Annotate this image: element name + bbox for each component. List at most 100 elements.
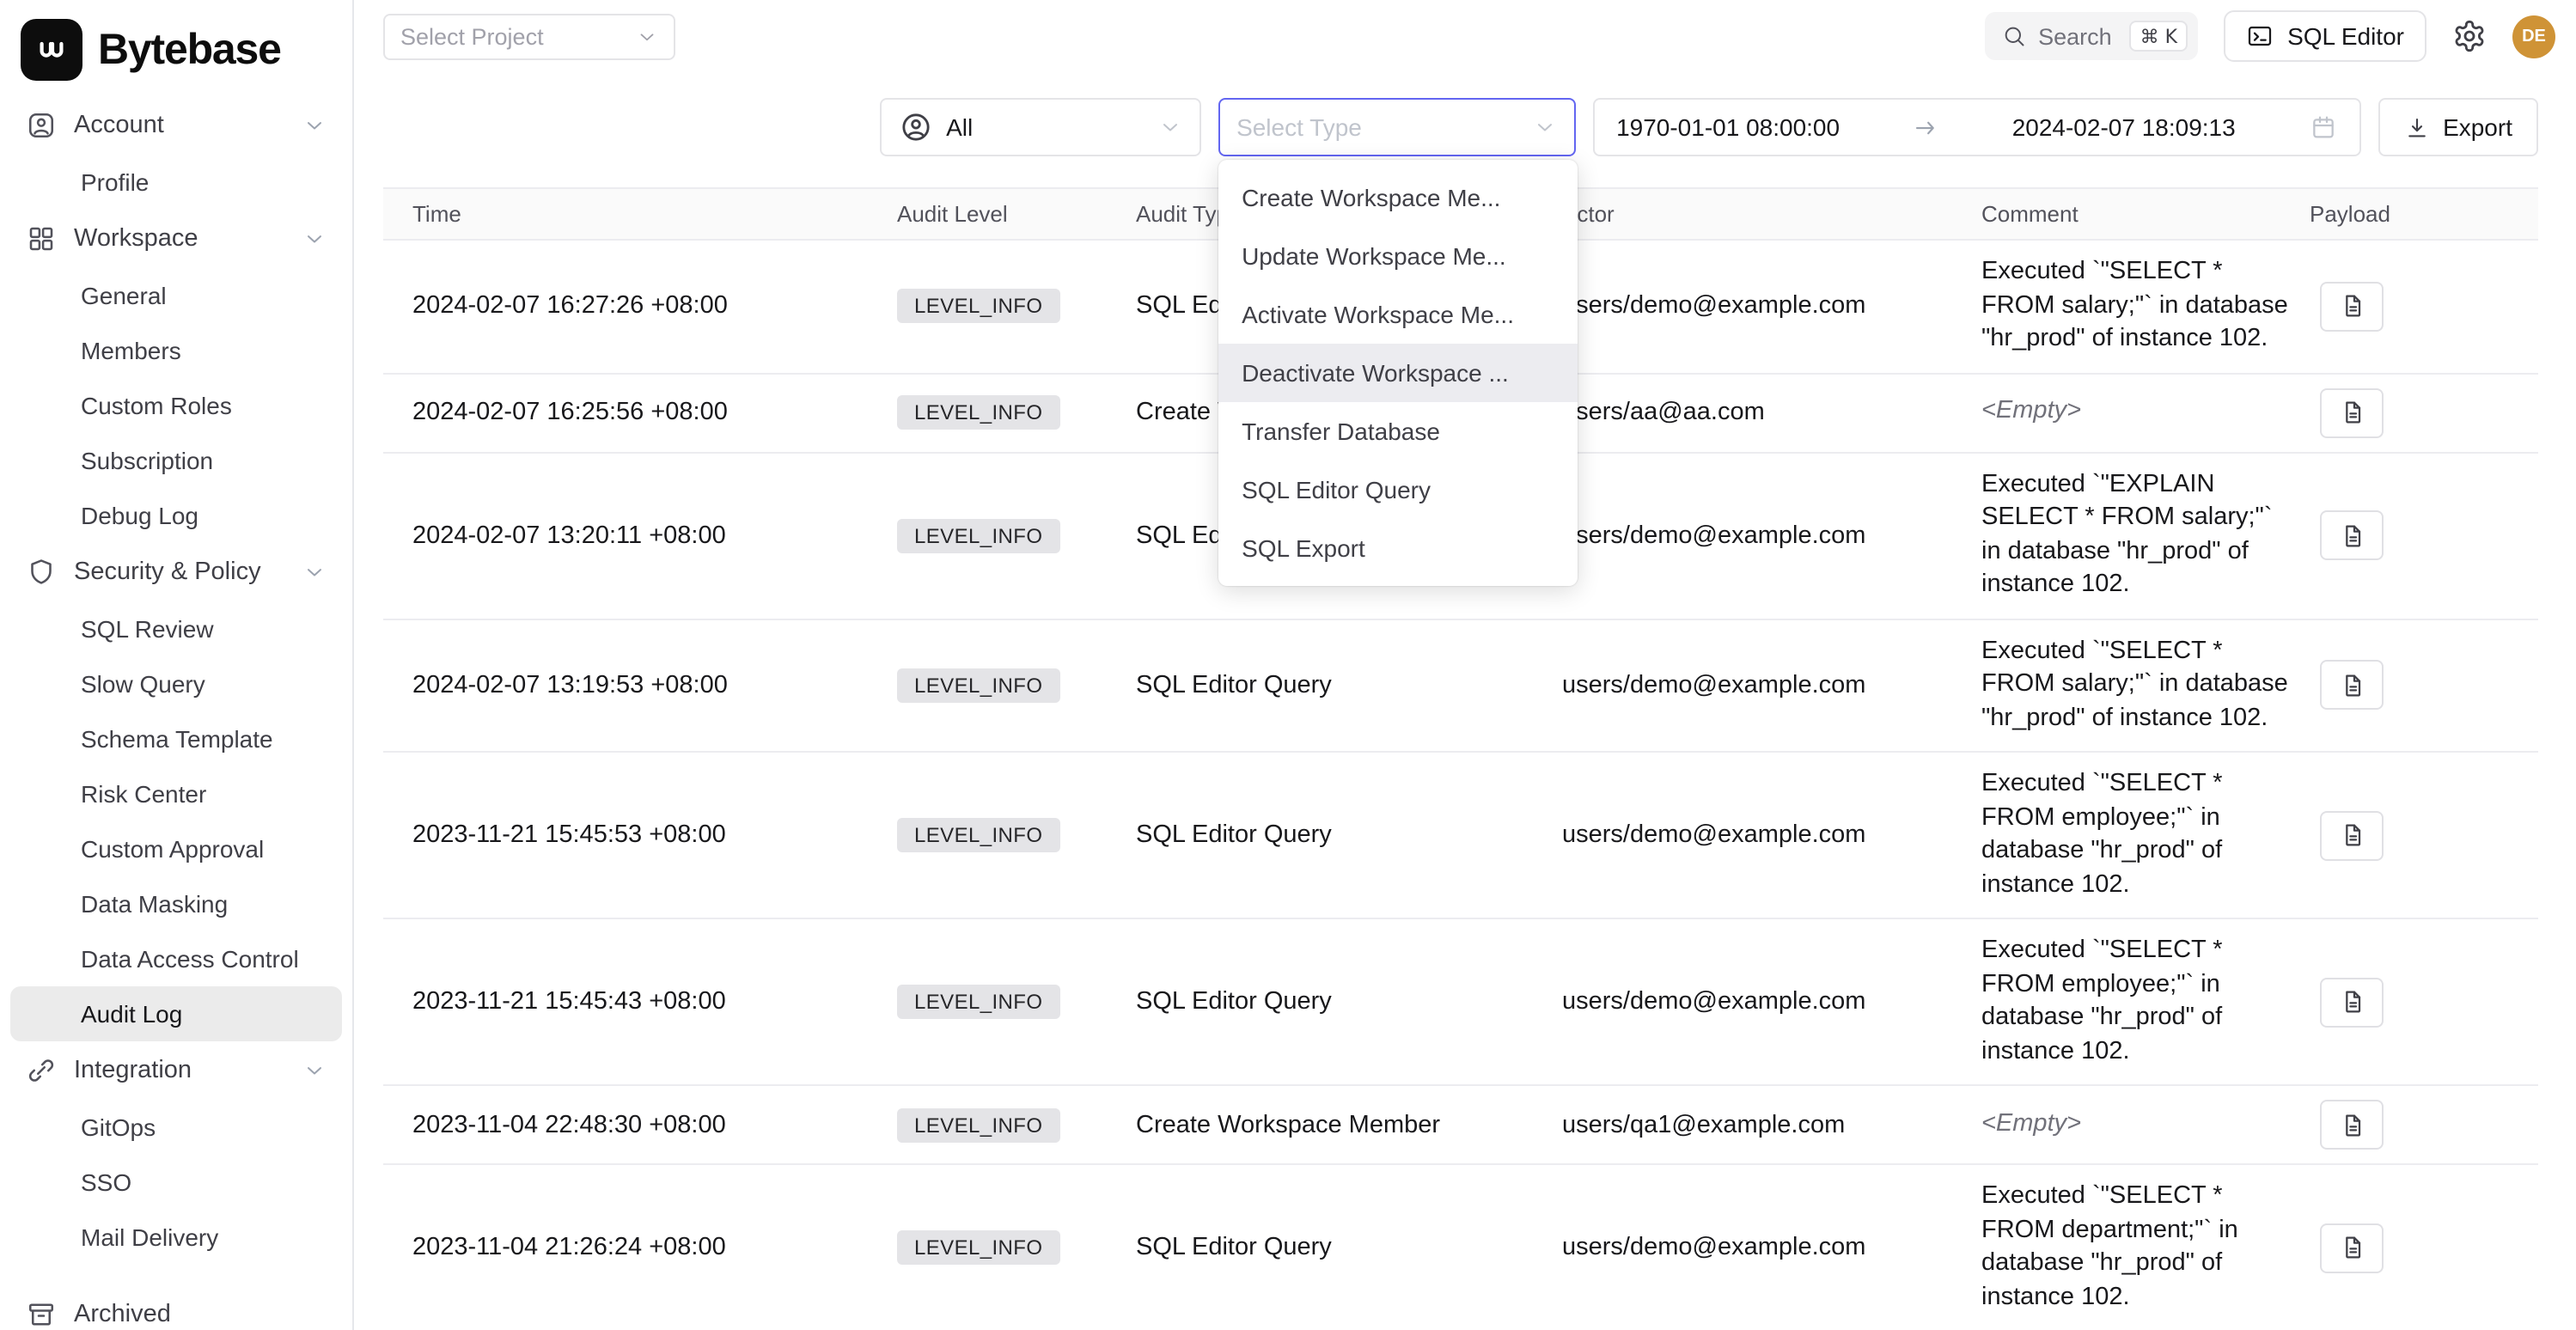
file-icon bbox=[2338, 1234, 2365, 1261]
sidebar-section-archived[interactable]: Archived bbox=[10, 1285, 342, 1330]
export-label: Export bbox=[2443, 113, 2512, 141]
cell-payload bbox=[2310, 1100, 2538, 1150]
chevron-down-icon bbox=[302, 560, 327, 584]
chevron-down-icon bbox=[302, 1059, 327, 1083]
date-from-value: 1970-01-01 08:00:00 bbox=[1616, 113, 1840, 141]
sidebar-item-data-access-control[interactable]: Data Access Control bbox=[10, 931, 342, 986]
date-to-value: 2024-02-07 18:09:13 bbox=[2012, 113, 2236, 141]
cell-comment: <Empty> bbox=[1981, 381, 2310, 445]
section-label: Security & Policy bbox=[74, 558, 261, 586]
file-icon bbox=[2338, 399, 2365, 426]
sidebar-item-data-masking[interactable]: Data Masking bbox=[10, 876, 342, 931]
sidebar-item-subscription[interactable]: Subscription bbox=[10, 433, 342, 488]
file-icon bbox=[2338, 988, 2365, 1016]
level-badge: LEVEL_INFO bbox=[897, 395, 1059, 430]
payload-button[interactable] bbox=[2320, 510, 2384, 560]
sql-editor-label: SQL Editor bbox=[2287, 22, 2404, 50]
payload-button[interactable] bbox=[2320, 1100, 2384, 1150]
chevron-down-icon bbox=[636, 25, 658, 47]
type-filter-select[interactable]: Select Type Create Workspace Me... Updat… bbox=[1218, 98, 1575, 156]
sidebar-item-profile[interactable]: Profile bbox=[10, 155, 342, 210]
cell-time: 2023-11-04 21:26:24 +08:00 bbox=[412, 1234, 897, 1261]
type-filter-placeholder: Select Type bbox=[1236, 113, 1362, 141]
cell-time: 2023-11-21 15:45:43 +08:00 bbox=[412, 988, 897, 1016]
bytebase-logo-icon bbox=[21, 19, 82, 81]
payload-button[interactable] bbox=[2320, 1223, 2384, 1272]
topbar-right: Search ⌘ K SQL Editor DE bbox=[1985, 10, 2555, 62]
payload-button[interactable] bbox=[2320, 661, 2384, 711]
sidebar-item-slow-query[interactable]: Slow Query bbox=[10, 656, 342, 711]
type-option-highlighted[interactable]: Deactivate Workspace ... bbox=[1218, 344, 1577, 402]
sql-editor-button[interactable]: SQL Editor bbox=[2224, 10, 2426, 62]
payload-button[interactable] bbox=[2320, 387, 2384, 437]
sidebar-section-account[interactable]: Account bbox=[10, 96, 342, 155]
cell-actor: users/demo@example.com bbox=[1562, 821, 1981, 849]
type-option[interactable]: Update Workspace Me... bbox=[1218, 227, 1577, 285]
sidebar-section-security-policy[interactable]: Security & Policy bbox=[10, 543, 342, 601]
sidebar-section-workspace[interactable]: Workspace bbox=[10, 210, 342, 268]
brand-name: Bytebase bbox=[98, 25, 281, 75]
actor-filter-select[interactable]: All bbox=[879, 98, 1200, 156]
calendar-icon bbox=[2309, 113, 2336, 141]
date-range-picker[interactable]: 1970-01-01 08:00:00 2024-02-07 18:09:13 bbox=[1592, 98, 2360, 156]
cell-time: 2024-02-07 16:25:56 +08:00 bbox=[412, 399, 897, 426]
sidebar: Bytebase Account Profile Workspace Gener… bbox=[0, 0, 354, 1330]
sidebar-item-gitops[interactable]: GitOps bbox=[10, 1100, 342, 1155]
section-label: Archived bbox=[74, 1301, 171, 1328]
cell-actor: users/demo@example.com bbox=[1562, 672, 1981, 699]
type-option[interactable]: Activate Workspace Me... bbox=[1218, 285, 1577, 344]
cell-payload bbox=[2310, 387, 2538, 437]
section-label: Integration bbox=[74, 1057, 192, 1084]
sidebar-item-schema-template[interactable]: Schema Template bbox=[10, 711, 342, 766]
person-circle-icon bbox=[898, 110, 932, 144]
type-option[interactable]: Create Workspace Me... bbox=[1218, 168, 1577, 227]
sidebar-item-mail-delivery[interactable]: Mail Delivery bbox=[10, 1210, 342, 1265]
sidebar-item-risk-center[interactable]: Risk Center bbox=[10, 766, 342, 821]
avatar[interactable]: DE bbox=[2512, 15, 2555, 58]
type-option[interactable]: SQL Editor Query bbox=[1218, 461, 1577, 519]
col-header-audit-level: Audit Level bbox=[897, 201, 1136, 227]
archive-icon bbox=[26, 1299, 57, 1330]
cell-comment: Executed `"SELECT * FROM employee;"` in … bbox=[1981, 753, 2310, 918]
sidebar-item-sql-review[interactable]: SQL Review bbox=[10, 601, 342, 656]
sidebar-nav: Account Profile Workspace General Member… bbox=[0, 96, 352, 1330]
type-option[interactable]: SQL Export bbox=[1218, 519, 1577, 577]
export-button[interactable]: Export bbox=[2378, 98, 2538, 156]
cell-comment: Executed `"SELECT * FROM salary;"` in da… bbox=[1981, 241, 2310, 372]
cell-actor: users/demo@example.com bbox=[1562, 1234, 1981, 1261]
cell-comment: Executed `"SELECT * FROM department;"` i… bbox=[1981, 1165, 2310, 1330]
search-label: Search bbox=[2038, 23, 2118, 49]
sidebar-item-members[interactable]: Members bbox=[10, 323, 342, 378]
cell-payload bbox=[2310, 661, 2538, 711]
chevron-down-icon bbox=[302, 227, 327, 251]
workspace-icon bbox=[26, 223, 57, 254]
gear-icon[interactable] bbox=[2452, 19, 2487, 53]
download-icon bbox=[2403, 114, 2429, 140]
search-input[interactable]: Search ⌘ K bbox=[1985, 12, 2198, 60]
level-badge: LEVEL_INFO bbox=[897, 818, 1059, 852]
sidebar-item-general[interactable]: General bbox=[10, 268, 342, 323]
cell-time: 2023-11-21 15:45:53 +08:00 bbox=[412, 821, 897, 849]
payload-button[interactable] bbox=[2320, 282, 2384, 332]
type-option[interactable]: Transfer Database bbox=[1218, 402, 1577, 461]
sidebar-section-integration[interactable]: Integration bbox=[10, 1041, 342, 1100]
brand-logo[interactable]: Bytebase bbox=[0, 14, 352, 96]
level-badge: LEVEL_INFO bbox=[897, 518, 1059, 552]
cell-audit-level: LEVEL_INFO bbox=[897, 668, 1136, 703]
sidebar-item-custom-approval[interactable]: Custom Approval bbox=[10, 821, 342, 876]
payload-button[interactable] bbox=[2320, 977, 2384, 1027]
link-icon bbox=[26, 1055, 57, 1086]
sidebar-item-custom-roles[interactable]: Custom Roles bbox=[10, 378, 342, 433]
cell-actor: users/demo@example.com bbox=[1562, 988, 1981, 1016]
sidebar-item-sso[interactable]: SSO bbox=[10, 1155, 342, 1210]
cell-actor: users/demo@example.com bbox=[1562, 522, 1981, 549]
cell-comment: Executed `"SELECT * FROM salary;"` in da… bbox=[1981, 619, 2310, 751]
cell-payload bbox=[2310, 510, 2538, 560]
col-header-comment: Comment bbox=[1981, 201, 2310, 227]
payload-button[interactable] bbox=[2320, 810, 2384, 860]
table-row: 2024-02-07 13:19:53 +08:00 LEVEL_INFO SQ… bbox=[383, 619, 2538, 753]
col-header-time: Time bbox=[412, 201, 897, 227]
sidebar-item-debug-log[interactable]: Debug Log bbox=[10, 488, 342, 543]
project-select[interactable]: Select Project bbox=[383, 13, 675, 59]
sidebar-item-audit-log[interactable]: Audit Log bbox=[10, 986, 342, 1041]
